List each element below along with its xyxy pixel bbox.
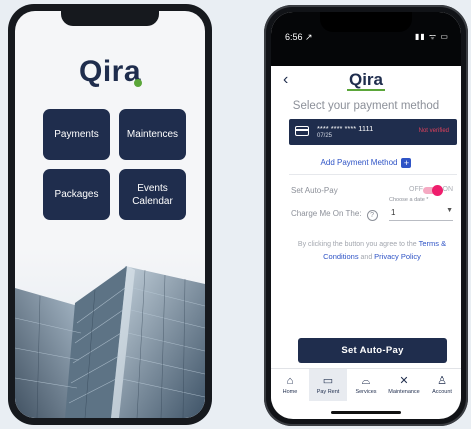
payment-terminal-icon: ▭ bbox=[322, 375, 334, 387]
privacy-link[interactable]: Privacy Policy bbox=[374, 252, 421, 261]
autopay-label: Set Auto-Pay bbox=[291, 186, 338, 195]
toggle-on-label: ON bbox=[442, 186, 454, 193]
bottom-nav: ⌂ Home ▭ Pay Rent ⌓ Services ✕ Maintenan… bbox=[271, 368, 461, 401]
card-status-badge: Not verified bbox=[418, 128, 449, 134]
status-bar: 6:56 ↗ ▮▮ ᯤ ▭ bbox=[271, 12, 461, 66]
logo-dot bbox=[134, 79, 143, 87]
tile-label: Maintences bbox=[126, 129, 179, 140]
home-icon: ⌂ bbox=[286, 375, 294, 387]
service-bell-icon: ⌓ bbox=[361, 375, 371, 387]
home-indicator bbox=[331, 411, 401, 414]
nav-item-maintenance[interactable]: ✕ Maintenance bbox=[385, 369, 423, 401]
nav-item-home[interactable]: ⌂ Home bbox=[271, 369, 309, 401]
logo-text: Qira bbox=[346, 70, 386, 91]
divider bbox=[289, 174, 457, 175]
toggle-off-label: OFF bbox=[409, 186, 423, 193]
autopay-toggle[interactable]: OFF ON bbox=[393, 185, 453, 197]
consent-prefix: By clicking the button you agree to the bbox=[297, 241, 417, 248]
nav-item-account[interactable]: ♙ Account bbox=[423, 369, 461, 401]
card-number: **** **** **** 1111 bbox=[317, 124, 374, 133]
help-icon[interactable]: ? bbox=[366, 210, 378, 221]
status-icons: ▮▮ ᯤ ▭ bbox=[414, 32, 449, 41]
qira-logo: Qira bbox=[15, 55, 205, 89]
tile-label: Events Calendar bbox=[132, 182, 173, 207]
user-icon: ♙ bbox=[437, 375, 447, 387]
tile-events-calendar[interactable]: Events Calendar bbox=[119, 169, 186, 220]
tile-label: Payments bbox=[54, 129, 99, 140]
nav-item-pay-rent[interactable]: ▭ Pay Rent bbox=[309, 369, 347, 401]
card-expiry: 07/25 bbox=[317, 133, 333, 139]
left-phone-screen: Qira Payments Maintences Packages Events… bbox=[15, 11, 205, 418]
charge-date-label: Charge Me On The:? bbox=[291, 209, 378, 221]
right-phone: 6:56 ↗ ▮▮ ᯤ ▭ ‹ Qira Select your payment… bbox=[264, 5, 468, 426]
set-autopay-button[interactable]: Set Auto-Pay bbox=[298, 338, 447, 363]
top-nav: ‹ Qira bbox=[271, 66, 461, 96]
phone-notch bbox=[61, 11, 159, 26]
date-select-value: 1 bbox=[391, 208, 396, 217]
right-phone-screen: 6:56 ↗ ▮▮ ᯤ ▭ ‹ Qira Select your payment… bbox=[271, 12, 461, 419]
toggle-knob bbox=[432, 185, 443, 196]
tile-packages[interactable]: Packages bbox=[43, 169, 110, 220]
consent-and: and bbox=[360, 254, 373, 261]
page-title: Select your payment method bbox=[292, 100, 440, 112]
add-payment-method-label: Add Payment Method bbox=[320, 158, 398, 167]
date-select[interactable]: 1 ▼ bbox=[389, 206, 453, 221]
qira-logo: Qira bbox=[271, 70, 461, 91]
left-phone: Qira Payments Maintences Packages Events… bbox=[8, 4, 212, 425]
status-time: 6:56 ↗ bbox=[285, 32, 313, 42]
phone-notch bbox=[320, 12, 412, 32]
nav-label: Account bbox=[432, 389, 452, 395]
plus-icon: + bbox=[401, 158, 412, 168]
add-payment-method-link[interactable]: Add Payment Method + bbox=[271, 158, 461, 168]
tile-label: Packages bbox=[54, 189, 99, 200]
consent-text: By clicking the button you agree to the … bbox=[297, 238, 447, 264]
nav-label: Home bbox=[282, 389, 298, 395]
logo-text: Qira bbox=[78, 55, 142, 88]
caret-down-icon: ▼ bbox=[446, 207, 453, 214]
nav-label: Pay Rent bbox=[316, 389, 340, 395]
payment-card-row[interactable]: **** **** **** 1111 07/25 Not verified bbox=[289, 119, 457, 145]
nav-label: Services bbox=[355, 389, 377, 395]
tile-payments[interactable]: Payments bbox=[43, 109, 110, 160]
tools-icon: ✕ bbox=[399, 375, 409, 387]
charge-date-text: Charge Me On The: bbox=[291, 209, 362, 218]
date-select-caption: Choose a date * bbox=[389, 197, 429, 203]
tile-maintences[interactable]: Maintences bbox=[119, 109, 186, 160]
nav-label: Maintenance bbox=[388, 389, 420, 395]
nav-item-services[interactable]: ⌓ Services bbox=[347, 369, 385, 401]
credit-card-icon bbox=[295, 126, 309, 136]
building-image bbox=[15, 248, 205, 418]
